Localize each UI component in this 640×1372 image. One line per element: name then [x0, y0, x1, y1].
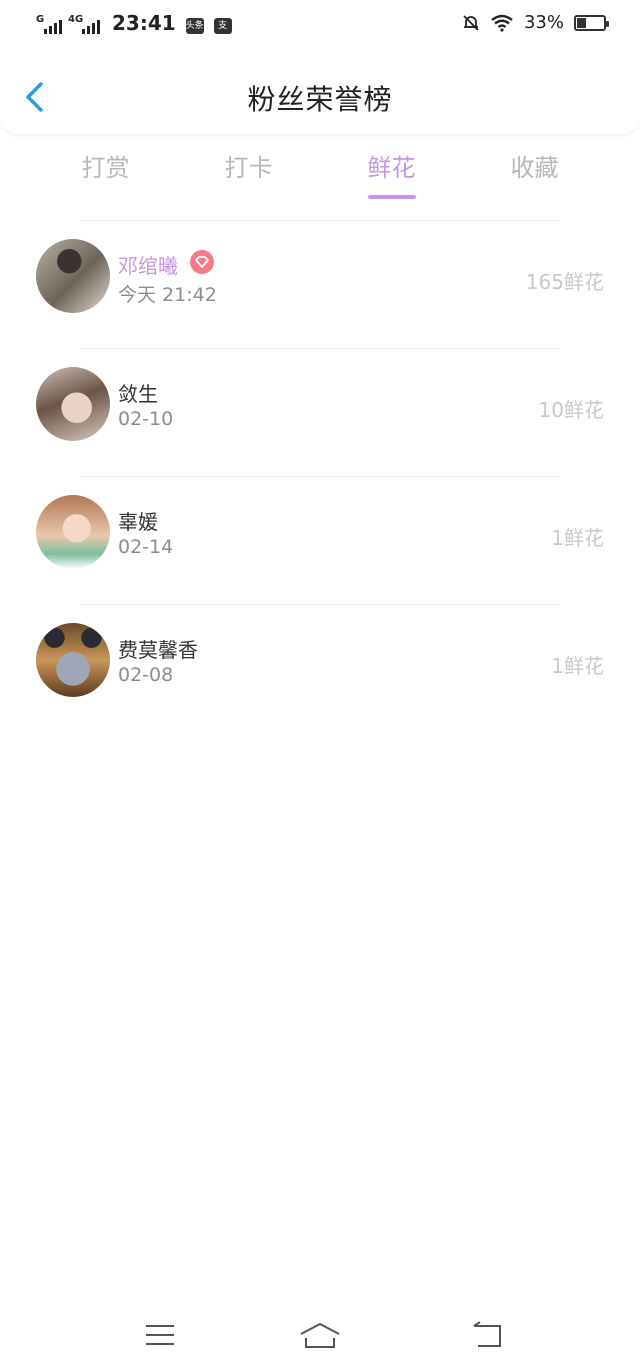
tab-bar: 打赏 打卡 鲜花 收藏	[34, 140, 606, 210]
avatar[interactable]	[36, 239, 110, 313]
tab-flowers[interactable]: 鲜花	[320, 140, 463, 210]
fan-time: 02-14	[118, 536, 174, 558]
fan-name: 辜媛	[118, 510, 158, 534]
fan-name: 敛生	[118, 382, 158, 406]
signal-icon: G	[36, 14, 62, 34]
fan-time: 今天 21:42	[118, 284, 217, 306]
page-title: 粉丝荣誉榜	[247, 83, 393, 116]
battery-percent: 33%	[523, 12, 564, 33]
fan-list-item[interactable]: 辜媛 02-14 1鲜花	[0, 476, 640, 604]
flower-count: 165鲜花	[525, 270, 604, 294]
tab-reward[interactable]: 打赏	[34, 140, 177, 210]
avatar[interactable]	[36, 623, 110, 697]
clock: 23:41	[112, 11, 176, 35]
tab-label: 鲜花	[367, 154, 416, 182]
fan-time: 02-08	[118, 664, 174, 686]
fan-list-item[interactable]: 费莫馨香 02-08 1鲜花	[0, 604, 640, 732]
status-left: G 4G 23:41 头条 支	[36, 12, 232, 34]
avatar[interactable]	[36, 367, 110, 441]
flower-count: 1鲜花	[551, 526, 604, 550]
app-header: 粉丝荣誉榜	[0, 58, 640, 134]
tab-label: 打卡	[224, 154, 273, 182]
alipay-notification-icon: 支	[213, 18, 232, 34]
fan-time: 02-10	[118, 408, 174, 430]
signal-type-label: G	[36, 14, 45, 25]
menu-icon[interactable]	[143, 1320, 177, 1350]
battery-icon	[574, 14, 609, 31]
fan-list-item[interactable]: 邓绾曦 今天 21:42 165鲜花	[0, 220, 640, 348]
fan-name: 邓绾曦	[118, 254, 178, 278]
home-icon[interactable]	[298, 1320, 342, 1350]
active-tab-indicator	[367, 195, 416, 199]
battery-level	[577, 17, 586, 28]
signal-type-label: 4G	[68, 14, 84, 25]
mute-bell-icon	[463, 14, 479, 31]
tab-label: 打赏	[81, 154, 130, 182]
signal-4g-icon: 4G	[68, 14, 100, 34]
fan-name: 费莫馨香	[118, 638, 198, 662]
status-right: 33%	[462, 12, 609, 33]
avatar[interactable]	[36, 495, 110, 569]
status-bar: G 4G 23:41 头条 支 33%	[0, 0, 640, 50]
flower-count: 10鲜花	[538, 398, 604, 422]
flower-count: 1鲜花	[551, 654, 604, 678]
back-nav-icon[interactable]	[470, 1320, 504, 1350]
wifi-icon	[491, 14, 513, 32]
tab-favorites[interactable]: 收藏	[463, 140, 606, 210]
news-notification-icon: 头条	[185, 18, 204, 34]
diamond-vip-icon	[190, 250, 214, 274]
tab-label: 收藏	[510, 154, 559, 182]
fan-list-item[interactable]: 敛生 02-10 10鲜花	[0, 348, 640, 476]
tab-checkin[interactable]: 打卡	[177, 140, 320, 210]
system-nav-bar	[0, 1300, 640, 1372]
